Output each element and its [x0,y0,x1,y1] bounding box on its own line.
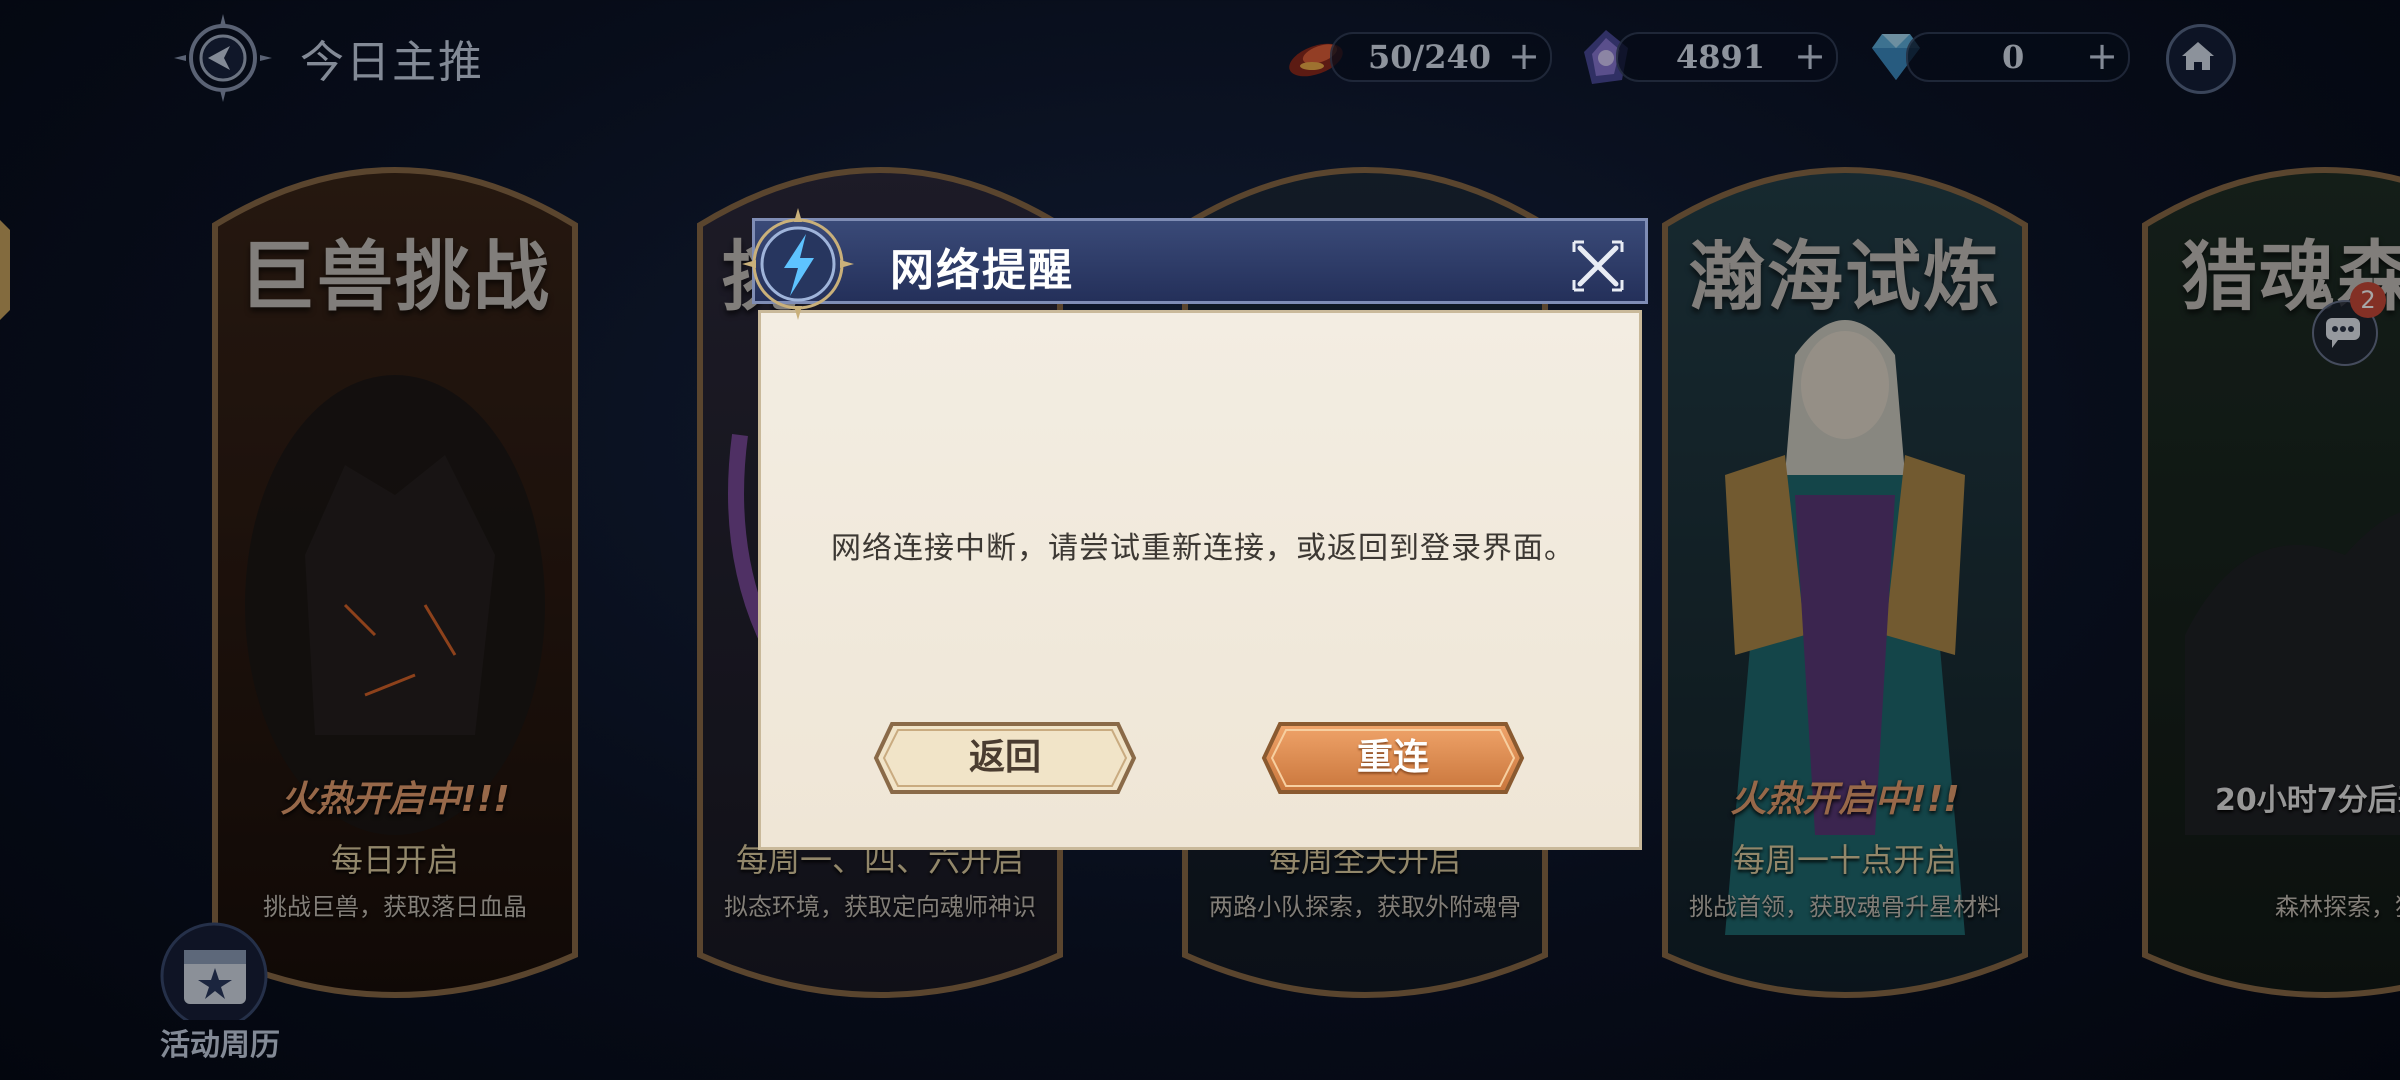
dialog-header [752,218,1648,304]
dialog-title: 网络提醒 [890,245,1074,296]
back-button[interactable]: 返回 [872,716,1138,800]
lightning-emblem-icon [742,208,854,320]
back-button-label: 返回 [968,737,1041,778]
reconnect-button[interactable]: 重连 [1260,716,1526,800]
close-icon[interactable] [1570,238,1626,294]
network-alert-dialog: 网络连接中断，请尝试重新连接，或返回到登录界面。 网络提醒 返回 重连 [742,208,1648,858]
dialog-message: 网络连接中断，请尝试重新连接，或返回到登录界面。 [831,531,1575,566]
reconnect-button-label: 重连 [1356,737,1429,778]
